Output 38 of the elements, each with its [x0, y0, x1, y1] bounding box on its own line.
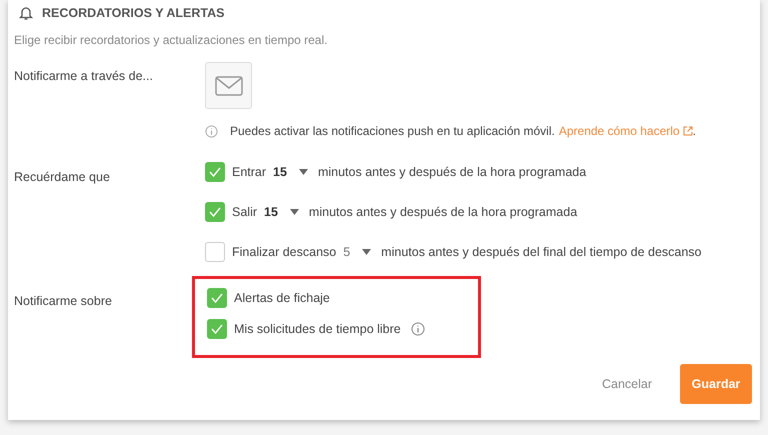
checkbox[interactable]: [205, 242, 225, 262]
caret-icon: [290, 208, 299, 214]
minutes-dropdown[interactable]: 5: [343, 244, 374, 258]
section-subtitle: Elige recibir recordatorios y actualizaciones en tiempo real.: [14, 33, 328, 47]
option-label: Alertas de fichaje: [234, 290, 330, 304]
minutes-dropdown[interactable]: 15: [264, 204, 302, 218]
checkmark-icon: [208, 206, 222, 218]
save-button[interactable]: Guardar: [680, 364, 752, 404]
info-text: Puedes activar las notificaciones push en tu aplicación móvil.: [230, 124, 555, 138]
bell-icon: [18, 5, 34, 21]
info-icon: [205, 124, 218, 138]
section-title: RECORDATORIOS Y ALERTAS: [42, 6, 224, 20]
checkbox[interactable]: [207, 318, 227, 338]
checkmark-icon: [210, 292, 224, 304]
reminder-label: Finalizar descanso: [232, 244, 336, 258]
reminder-text: minutos antes y después de la hora programada: [318, 164, 586, 178]
caret-icon: [298, 168, 308, 174]
checkbox[interactable]: [205, 162, 225, 182]
email-channel-button[interactable]: [205, 62, 252, 109]
envelope-icon: [214, 76, 242, 96]
checkbox[interactable]: [207, 288, 227, 308]
checkmark-icon: [208, 166, 222, 178]
punctuation: .: [692, 124, 696, 138]
caret-icon: [362, 248, 372, 254]
minutes-dropdown[interactable]: 15: [273, 164, 311, 178]
cancel-button[interactable]: Cancelar: [596, 376, 658, 392]
help-link[interactable]: Aprende cómo hacerlo: [558, 124, 693, 138]
checkmark-icon: [210, 322, 224, 334]
reminder-text: minutos antes y después de la hora programada: [308, 204, 578, 218]
external-link-icon: [682, 126, 693, 136]
row-label: Notificarme sobre: [14, 294, 112, 308]
reminder-text: minutos antes y después del final del tiempo de descanso: [381, 244, 702, 258]
reminder-label: Entrar: [232, 164, 266, 178]
row-label: Recuérdame que: [14, 170, 110, 184]
reminder-label: Salir: [232, 204, 258, 218]
checkbox[interactable]: [205, 202, 225, 222]
option-label: Mis solicitudes de tiempo libre: [234, 322, 401, 336]
row-label: Notificarme a través de...: [14, 69, 153, 83]
